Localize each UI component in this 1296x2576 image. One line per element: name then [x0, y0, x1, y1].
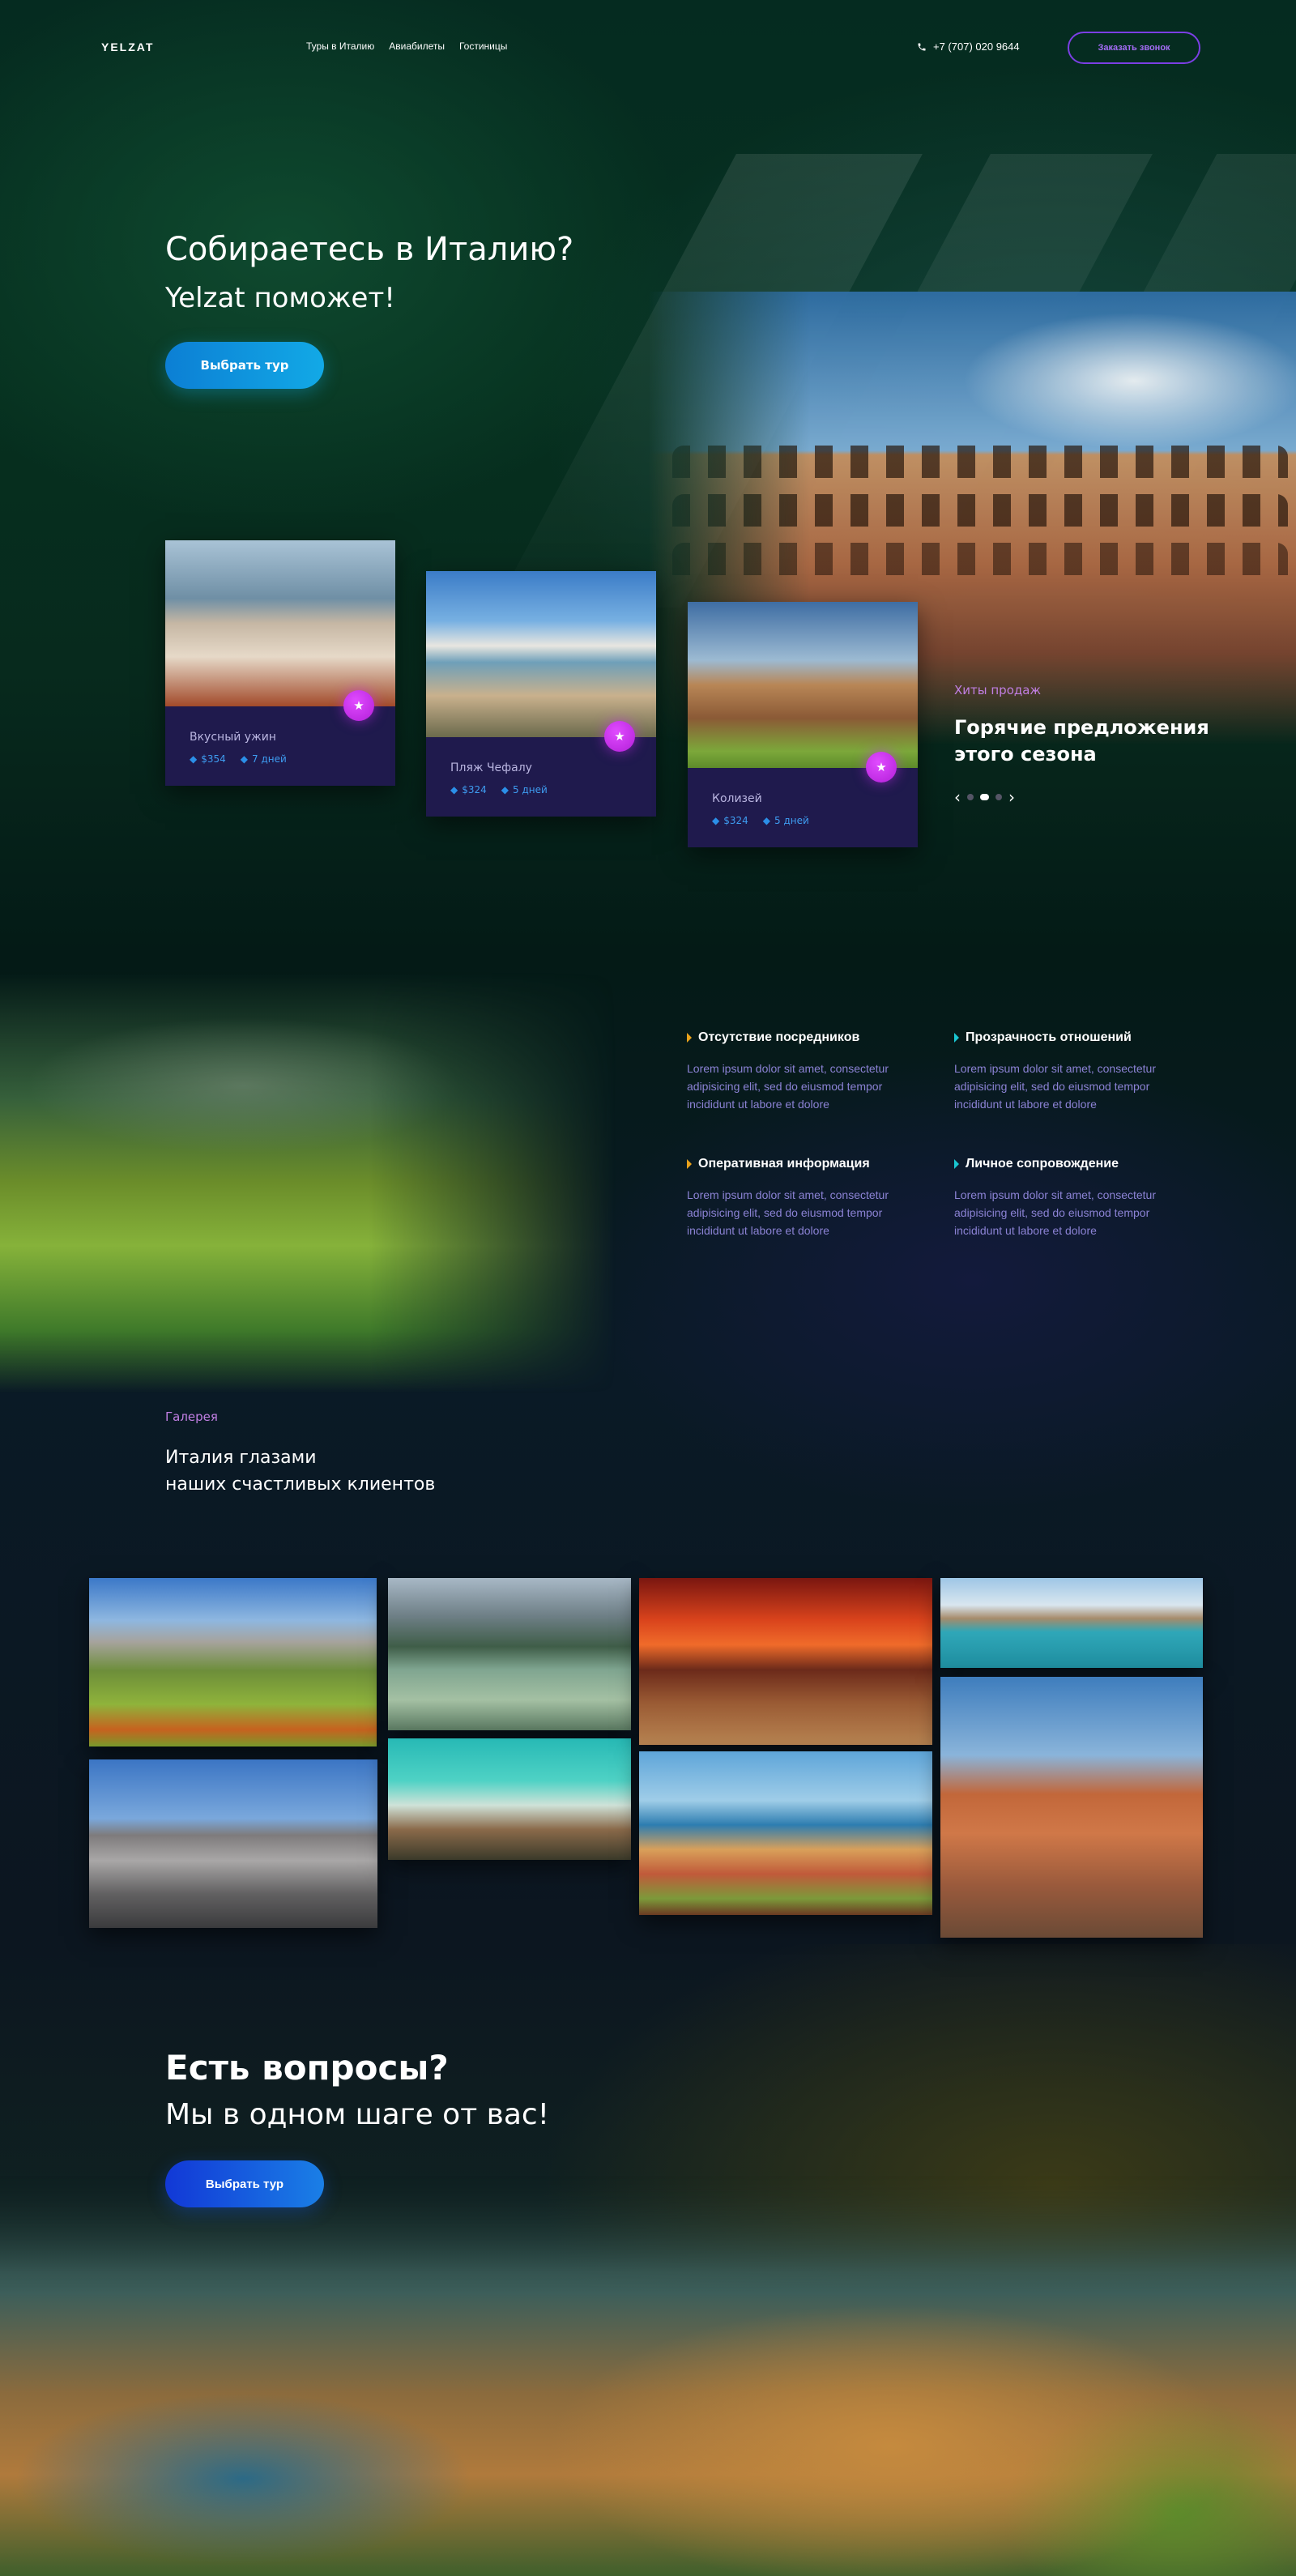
feature-title: Отсутствие посредников — [698, 1030, 860, 1044]
nav-link-hotels[interactable]: Гостиницы — [459, 41, 507, 52]
phone-number-text: +7 (707) 020 9644 — [933, 41, 1020, 53]
gallery-photo-florence[interactable] — [940, 1677, 1203, 1938]
triangle-marker-icon — [687, 1033, 692, 1043]
gallery-photo-milan-duomo[interactable] — [89, 1759, 377, 1928]
tag-icon: ◆ — [190, 753, 198, 765]
tour-photo-colosseum: ★ — [688, 602, 918, 783]
tour-card[interactable]: ★ Вкусный ужин ◆ $354 ◆ 7 дней — [165, 540, 395, 786]
tour-photo-beach: ★ — [426, 571, 656, 752]
feature-text: Lorem ipsum dolor sit amet, consectetur … — [954, 1062, 1156, 1111]
feature-title: Личное сопровождение — [966, 1157, 1119, 1171]
slider-dot[interactable] — [967, 794, 974, 800]
gallery-photo-dolomites[interactable] — [89, 1578, 377, 1746]
tour-name: Колизей — [712, 792, 762, 805]
hero-title: Собираетесь в Италию? — [165, 231, 574, 268]
gallery-label: Галерея — [165, 1410, 218, 1424]
chevron-left-icon[interactable]: ‹ — [954, 787, 961, 807]
triangle-marker-icon — [954, 1033, 959, 1043]
gallery-photo-venice[interactable] — [940, 1578, 1203, 1668]
feature-text: Lorem ipsum dolor sit amet, consectetur … — [687, 1188, 889, 1237]
star-icon[interactable]: ★ — [604, 721, 635, 752]
tour-meta: ◆ $324 ◆ 5 дней — [450, 784, 656, 795]
tag-icon: ◆ — [240, 753, 249, 765]
triangle-marker-icon — [954, 1159, 959, 1169]
slider-dot[interactable] — [995, 794, 1002, 800]
tour-duration: 7 дней — [252, 753, 287, 765]
feature-item: Оперативная информация Lorem ipsum dolor… — [687, 1157, 930, 1239]
feature-text: Lorem ipsum dolor sit amet, consectetur … — [687, 1062, 889, 1111]
callback-button[interactable]: Заказать звонок — [1068, 32, 1200, 64]
gallery-photo-italian-flag[interactable] — [388, 1738, 631, 1860]
coastal-village-image — [0, 2171, 1296, 2576]
nav-link-tours[interactable]: Туры в Италию — [306, 41, 374, 52]
feature-title: Прозрачность отношений — [966, 1030, 1132, 1044]
tour-meta: ◆ $324 ◆ 5 дней — [712, 815, 918, 826]
hot-offers-title: Горячие предложения этого сезона — [954, 716, 1209, 766]
gallery-photo-sunset-town[interactable] — [639, 1578, 932, 1745]
phone-icon — [918, 43, 926, 50]
slider-controls: ‹ › — [954, 787, 1015, 807]
gallery-title: Италия глазами наших счастливых клиентов — [165, 1448, 436, 1495]
tag-icon: ◆ — [501, 784, 509, 795]
tour-duration: 5 дней — [513, 784, 548, 795]
tour-price: $324 — [723, 815, 748, 826]
gallery-photo-positano[interactable] — [639, 1751, 932, 1915]
feature-item: Личное сопровождение Lorem ipsum dolor s… — [954, 1157, 1197, 1239]
tag-icon: ◆ — [450, 784, 458, 795]
logo[interactable]: YELZAT — [101, 41, 154, 53]
tour-name: Вкусный ужин — [190, 731, 276, 744]
nav-link-flights[interactable]: Авиабилеты — [389, 41, 445, 52]
tag-icon: ◆ — [712, 815, 720, 826]
star-icon[interactable]: ★ — [343, 690, 374, 721]
tag-icon: ◆ — [762, 815, 771, 826]
tour-meta: ◆ $354 ◆ 7 дней — [190, 753, 395, 765]
contact-subtitle: Мы в одном шаге от вас! — [165, 2098, 550, 2131]
main-nav: Туры в Италию Авиабилеты Гостиницы — [306, 41, 507, 52]
star-icon[interactable]: ★ — [866, 752, 897, 783]
tour-duration: 5 дней — [774, 815, 809, 826]
valley-landscape-image — [0, 972, 616, 1393]
slider-dot-active[interactable] — [980, 794, 989, 800]
tour-photo-dinner: ★ — [165, 540, 395, 721]
chevron-right-icon[interactable]: › — [1008, 787, 1015, 807]
hero-subtitle: Yelzat поможет! — [165, 282, 395, 314]
tour-card[interactable]: ★ Пляж Чефалу ◆ $324 ◆ 5 дней — [426, 571, 656, 817]
phone-number[interactable]: +7 (707) 020 9644 — [917, 41, 1020, 53]
contact-choose-tour-button[interactable]: Выбрать тур — [165, 2160, 324, 2207]
tour-price: $354 — [201, 753, 226, 765]
tour-name: Пляж Чефалу — [450, 761, 532, 774]
feature-item: Отсутствие посредников Lorem ipsum dolor… — [687, 1030, 930, 1113]
feature-title: Оперативная информация — [698, 1157, 870, 1171]
feature-item: Прозрачность отношений Lorem ipsum dolor… — [954, 1030, 1197, 1113]
tour-price: $324 — [462, 784, 487, 795]
hot-offers-label: Хиты продаж — [954, 683, 1041, 697]
feature-text: Lorem ipsum dolor sit amet, consectetur … — [954, 1188, 1156, 1237]
gallery-photo-mountain-lake[interactable] — [388, 1578, 631, 1730]
tour-card[interactable]: ★ Колизей ◆ $324 ◆ 5 дней — [688, 602, 918, 847]
choose-tour-button[interactable]: Выбрать тур — [165, 342, 324, 389]
contact-title: Есть вопросы? — [165, 2048, 449, 2088]
triangle-marker-icon — [687, 1159, 692, 1169]
